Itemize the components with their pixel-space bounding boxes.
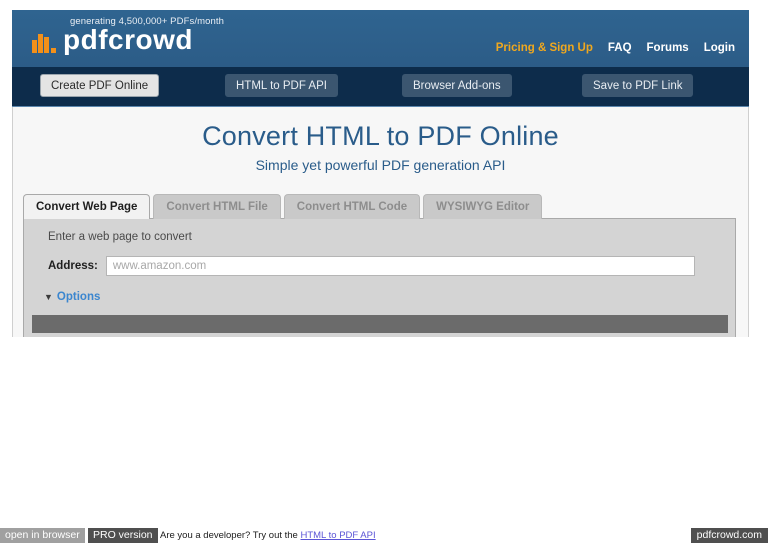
site-logo[interactable]: generating 4,500,000+ PDFs/month pdfcrow… [32, 16, 282, 64]
developer-note-text: Are you a developer? Try out the [160, 530, 301, 541]
developer-note: Are you a developer? Try out the HTML to… [160, 528, 376, 543]
logo-wordmark: pdfcrowd [63, 24, 193, 55]
options-toggle[interactable]: ▼ Options [44, 291, 100, 303]
tab-convert-html-file[interactable]: Convert HTML File [153, 194, 281, 219]
subnav-button-html-to-pdf-api[interactable]: HTML to PDF API [225, 74, 338, 97]
nav-link-faq[interactable]: FAQ [608, 42, 632, 54]
nav-link-pricing[interactable]: Pricing & Sign Up [496, 42, 593, 54]
address-label: Address: [48, 260, 98, 272]
header-nav: Pricing & Sign Up FAQ Forums Login [496, 42, 735, 54]
converter-tabs: Convert Web Page Convert HTML File Conve… [23, 194, 543, 219]
chevron-down-icon: ▼ [44, 292, 53, 302]
nav-link-login[interactable]: Login [704, 42, 735, 54]
pro-version-button[interactable]: PRO version [88, 528, 158, 543]
nav-link-forums[interactable]: Forums [647, 42, 689, 54]
address-input[interactable] [105, 256, 695, 276]
options-link[interactable]: Options [57, 291, 100, 303]
page-subtitle: Simple yet powerful PDF generation API [255, 157, 506, 173]
logo-row: pdfcrowd [32, 24, 193, 55]
convert-web-page-panel: Enter a web page to convert Address: ▼ O… [23, 218, 736, 337]
bar-chart-icon [32, 31, 60, 53]
primary-subnav: Create PDF Online HTML to PDF API Browse… [12, 67, 749, 107]
subnav-button-save-to-pdf-link[interactable]: Save to PDF Link [582, 74, 694, 97]
html-to-pdf-api-link[interactable]: HTML to PDF API [300, 530, 375, 541]
tab-wysiwyg-editor[interactable]: WYSIWYG Editor [423, 194, 543, 219]
address-row: Address: [48, 256, 695, 276]
form-hint: Enter a web page to convert [48, 231, 192, 243]
tab-convert-web-page[interactable]: Convert Web Page [23, 194, 151, 219]
subnav-button-create-pdf-online[interactable]: Create PDF Online [40, 74, 160, 97]
rendered-web-page: generating 4,500,000+ PDFs/month pdfcrow… [12, 10, 749, 337]
tab-convert-html-code[interactable]: Convert HTML Code [283, 194, 421, 219]
action-bar[interactable] [32, 315, 728, 333]
site-header: generating 4,500,000+ PDFs/month pdfcrow… [12, 10, 749, 67]
pdf-footer-bar: open in browser PRO version Are you a de… [0, 528, 768, 543]
pdfcrowd-site-badge: pdfcrowd.com [690, 528, 768, 543]
subnav-button-browser-add-ons[interactable]: Browser Add-ons [402, 74, 512, 97]
main-content: Convert HTML to PDF Online Simple yet po… [12, 107, 749, 337]
open-in-browser-button[interactable]: open in browser [0, 528, 85, 543]
page-title: Convert HTML to PDF Online [202, 121, 559, 151]
